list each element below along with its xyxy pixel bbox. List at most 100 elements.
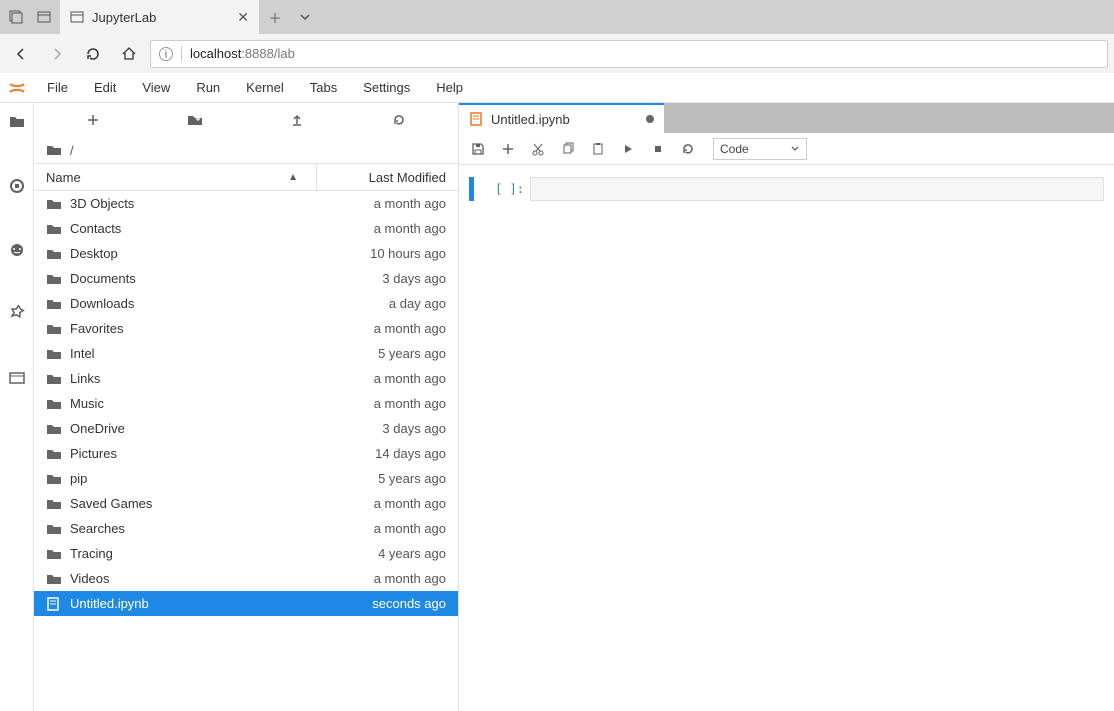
browser-tab-active[interactable]: JupyterLab ✕: [60, 0, 260, 34]
main-area: / Name ▲ Last Modified 3D Objectsa month…: [0, 103, 1114, 711]
item-modified: a month ago: [316, 571, 446, 586]
new-folder-button[interactable]: [183, 108, 207, 132]
breadcrumb-root[interactable]: /: [70, 143, 74, 158]
folder-item[interactable]: 3D Objectsa month ago: [34, 191, 458, 216]
separator: [181, 46, 182, 62]
cell-active-indicator: [469, 177, 474, 201]
forward-button[interactable]: [42, 39, 72, 69]
folder-item[interactable]: pip5 years ago: [34, 466, 458, 491]
menu-settings[interactable]: Settings: [350, 73, 423, 103]
run-button[interactable]: [617, 138, 639, 160]
folder-icon: [46, 222, 66, 236]
folder-item[interactable]: Searchesa month ago: [34, 516, 458, 541]
code-cell[interactable]: [ ]:: [469, 177, 1104, 201]
copy-button[interactable]: [557, 138, 579, 160]
new-launcher-button[interactable]: [81, 108, 105, 132]
item-modified: 5 years ago: [316, 346, 446, 361]
folder-item[interactable]: Desktop10 hours ago: [34, 241, 458, 266]
cell-type-selector[interactable]: Code: [713, 138, 807, 160]
folder-item[interactable]: Downloadsa day ago: [34, 291, 458, 316]
item-modified: 14 days ago: [316, 446, 446, 461]
close-tab-icon[interactable]: ✕: [237, 9, 249, 26]
folder-icon: [46, 547, 66, 561]
running-tab-icon[interactable]: [4, 173, 30, 199]
folder-icon: [46, 143, 62, 157]
folder-item[interactable]: Linksa month ago: [34, 366, 458, 391]
folder-icon: [46, 522, 66, 536]
insert-cell-button[interactable]: [497, 138, 519, 160]
paste-button[interactable]: [587, 138, 609, 160]
item-modified: a day ago: [316, 296, 446, 311]
notebook-tab[interactable]: Untitled.ipynb: [459, 103, 664, 133]
menu-run[interactable]: Run: [183, 73, 233, 103]
save-button[interactable]: [467, 138, 489, 160]
item-name: OneDrive: [66, 421, 316, 436]
show-tabs-icon[interactable]: [34, 7, 54, 27]
refresh-button[interactable]: [78, 39, 108, 69]
folder-item[interactable]: Saved Gamesa month ago: [34, 491, 458, 516]
notebook-toolbar: Code: [459, 133, 1114, 165]
home-button[interactable]: [114, 39, 144, 69]
item-name: Desktop: [66, 246, 316, 261]
upload-button[interactable]: [285, 108, 309, 132]
item-modified: a month ago: [316, 496, 446, 511]
menu-file[interactable]: File: [34, 73, 81, 103]
folder-item[interactable]: Videosa month ago: [34, 566, 458, 591]
filebrowser-toolbar: [34, 103, 458, 137]
item-name: Favorites: [66, 321, 316, 336]
item-modified: 5 years ago: [316, 471, 446, 486]
restart-button[interactable]: [677, 138, 699, 160]
folder-icon: [46, 297, 66, 311]
menu-tabs[interactable]: Tabs: [297, 73, 350, 103]
folder-item[interactable]: Contactsa month ago: [34, 216, 458, 241]
item-modified: 3 days ago: [316, 421, 446, 436]
back-button[interactable]: [6, 39, 36, 69]
folder-icon: [46, 497, 66, 511]
extensions-tab-icon[interactable]: [4, 301, 30, 327]
notebook-icon: [469, 112, 483, 126]
tab-favicon: [70, 10, 84, 24]
cut-button[interactable]: [527, 138, 549, 160]
cell-input-area[interactable]: [530, 177, 1104, 201]
menu-view[interactable]: View: [129, 73, 183, 103]
window-buttons: [0, 0, 60, 34]
folder-item[interactable]: Musica month ago: [34, 391, 458, 416]
jupyter-logo[interactable]: [0, 73, 34, 103]
menu-kernel[interactable]: Kernel: [233, 73, 297, 103]
set-aside-tabs-icon[interactable]: [6, 7, 26, 27]
filebrowser-listing: 3D Objectsa month agoContactsa month ago…: [34, 191, 458, 711]
menu-items: FileEditViewRunKernelTabsSettingsHelp: [34, 73, 476, 103]
folder-item[interactable]: Documents3 days ago: [34, 266, 458, 291]
new-tab-button[interactable]: ＋: [260, 0, 290, 34]
item-name: Links: [66, 371, 316, 386]
folder-item[interactable]: Intel5 years ago: [34, 341, 458, 366]
header-modified-col[interactable]: Last Modified: [316, 164, 446, 190]
menubar: FileEditViewRunKernelTabsSettingsHelp: [0, 73, 1114, 103]
tab-overflow-button[interactable]: [290, 0, 320, 34]
item-modified: 3 days ago: [316, 271, 446, 286]
filebrowser-header: Name ▲ Last Modified: [34, 163, 458, 191]
notebook-item[interactable]: Untitled.ipynbseconds ago: [34, 591, 458, 616]
folder-item[interactable]: Pictures14 days ago: [34, 441, 458, 466]
notebook-content[interactable]: [ ]:: [459, 165, 1114, 711]
folder-icon: [46, 472, 66, 486]
breadcrumb[interactable]: /: [34, 137, 458, 163]
refresh-filebrowser-button[interactable]: [387, 108, 411, 132]
item-name: Videos: [66, 571, 316, 586]
interrupt-button[interactable]: [647, 138, 669, 160]
filebrowser-tab-icon[interactable]: [4, 109, 30, 135]
address-input[interactable]: i localhost:8888/lab: [150, 40, 1108, 68]
notebook-icon: [46, 597, 66, 611]
open-tabs-icon[interactable]: [4, 365, 30, 391]
menu-help[interactable]: Help: [423, 73, 476, 103]
folder-item[interactable]: Tracing4 years ago: [34, 541, 458, 566]
item-modified: 4 years ago: [316, 546, 446, 561]
site-info-icon[interactable]: i: [159, 47, 173, 61]
item-name: Contacts: [66, 221, 316, 236]
commands-tab-icon[interactable]: [4, 237, 30, 263]
folder-item[interactable]: Favoritesa month ago: [34, 316, 458, 341]
item-modified: a month ago: [316, 396, 446, 411]
menu-edit[interactable]: Edit: [81, 73, 129, 103]
folder-item[interactable]: OneDrive3 days ago: [34, 416, 458, 441]
header-name-col[interactable]: Name ▲: [46, 170, 316, 185]
